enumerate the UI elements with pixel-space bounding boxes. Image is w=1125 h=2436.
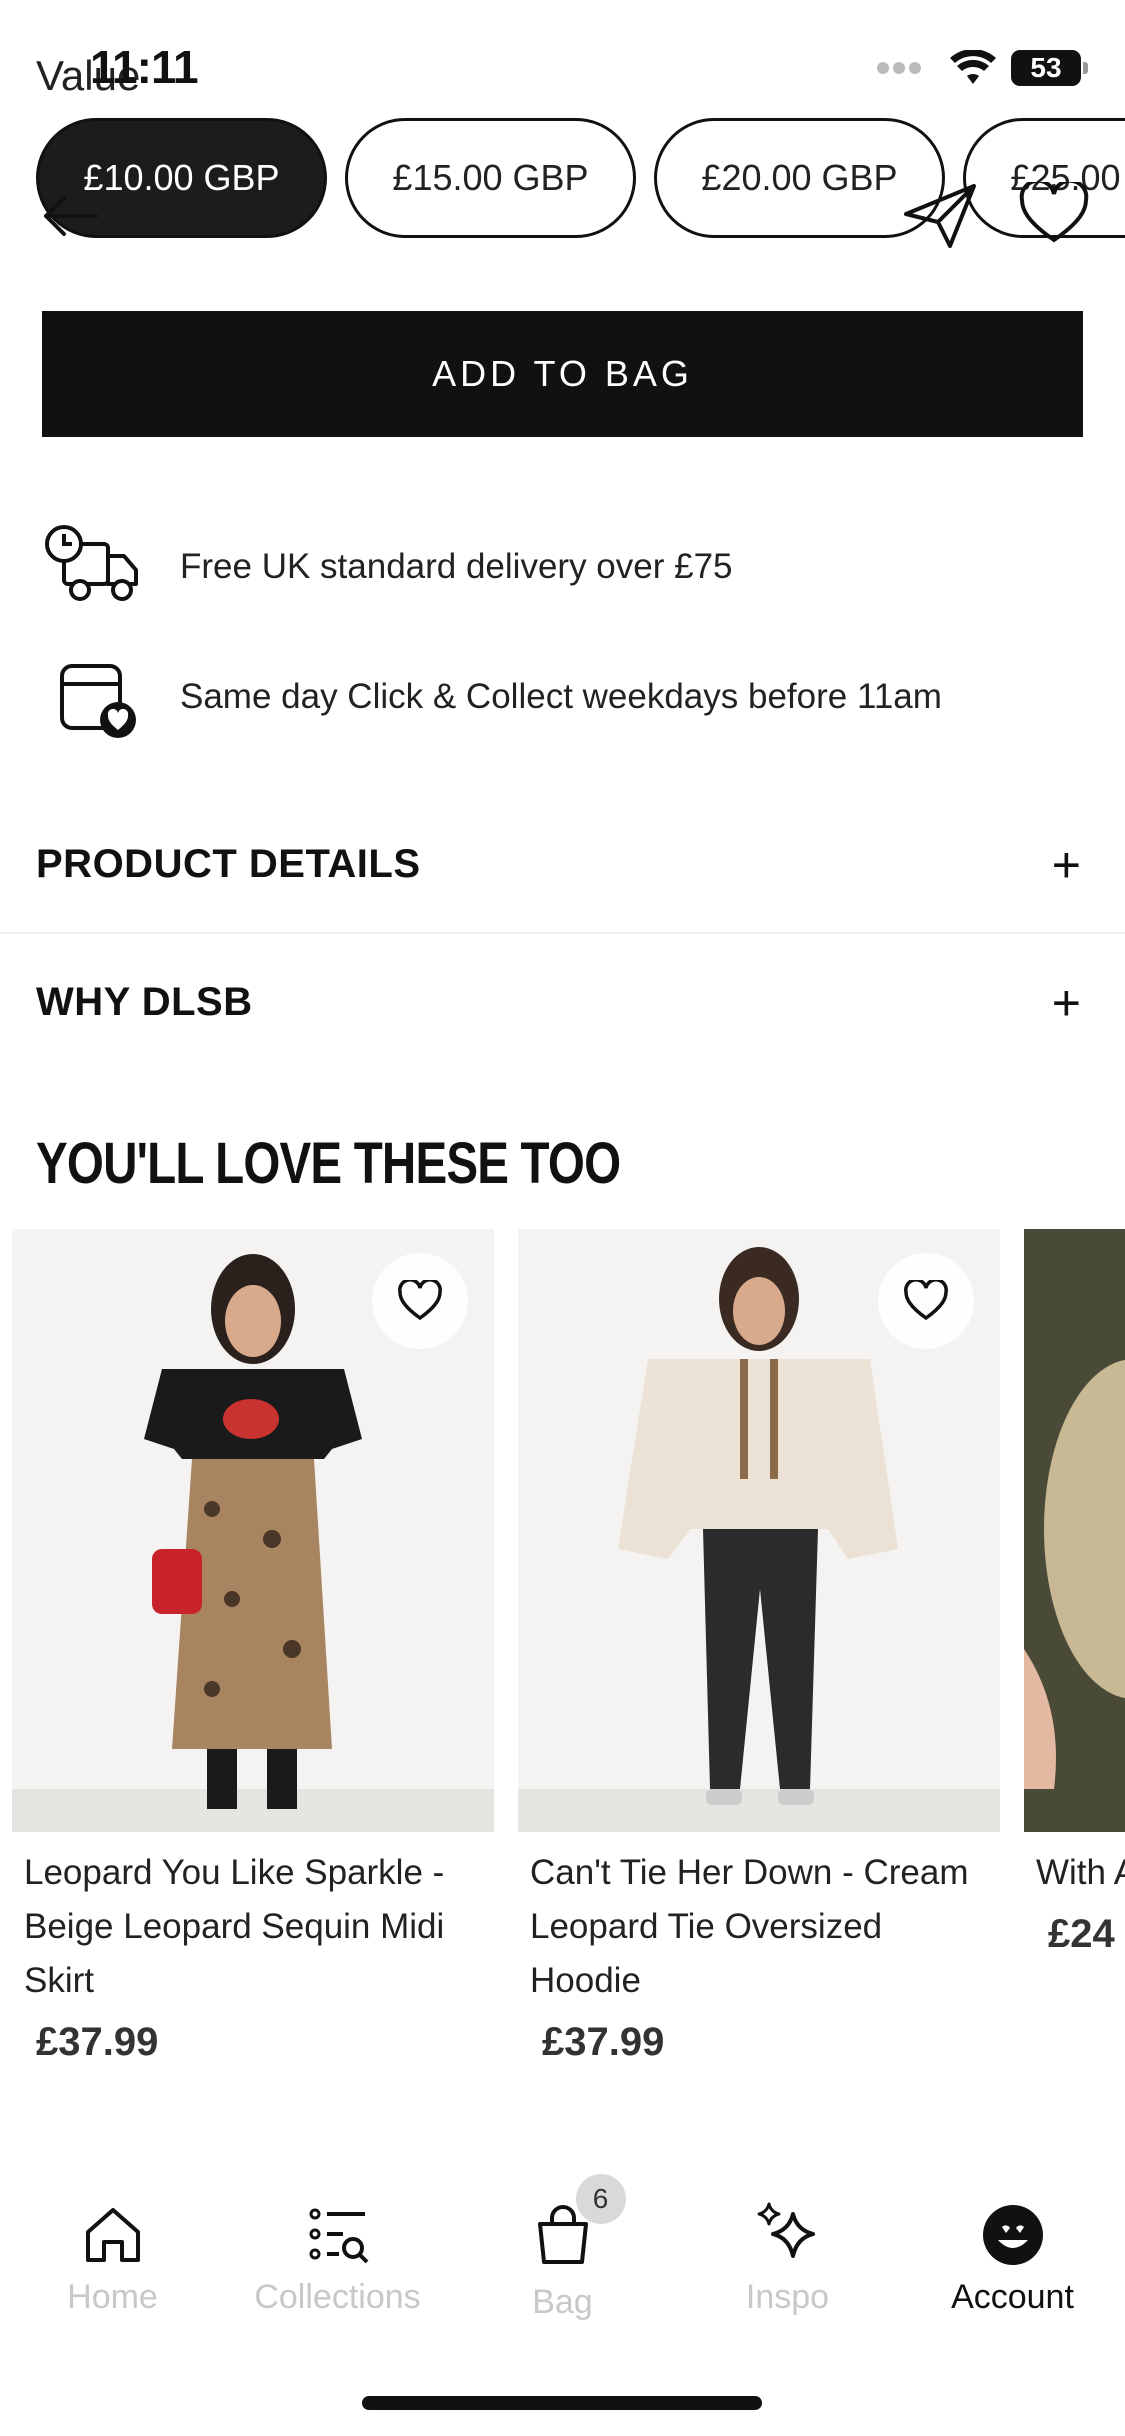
recommendations-title: YOU'LL LOVE THESE TOO bbox=[36, 1131, 621, 1196]
wifi-icon bbox=[950, 50, 996, 84]
tab-inspo[interactable]: Inspo bbox=[675, 2200, 900, 2317]
home-indicator bbox=[362, 2396, 762, 2410]
signal-icon bbox=[877, 62, 921, 74]
product-details-accordion[interactable]: PRODUCT DETAILS + bbox=[0, 796, 1125, 933]
delivery-info: Free UK standard delivery over £75 bbox=[42, 522, 733, 612]
product-card[interactable]: Can't Tie Her Down - Cream Leopard Tie O… bbox=[518, 1229, 1000, 2065]
clutch-illustration bbox=[1024, 1229, 1125, 1832]
status-icons: 53 bbox=[875, 50, 1088, 86]
status-time: 11:11 bbox=[90, 41, 199, 93]
tab-inspo-label: Inspo bbox=[745, 2278, 830, 2316]
product-details-title: PRODUCT DETAILS bbox=[36, 842, 421, 886]
click-collect-icon bbox=[60, 664, 136, 738]
tab-account-label: Account bbox=[951, 2278, 1074, 2316]
tab-collections[interactable]: Collections bbox=[225, 2200, 450, 2317]
product-price: £37.99 bbox=[36, 2020, 159, 2064]
product-name[interactable]: Can't Tie Her Down - Cream Leopard Tie O… bbox=[518, 1846, 1000, 2008]
delivery-text: Free UK standard delivery over £75 bbox=[180, 547, 733, 586]
tab-bag[interactable]: 6 Bag bbox=[450, 2174, 675, 2322]
add-to-bag-button[interactable]: ADD TO BAG bbox=[42, 311, 1083, 437]
why-dlsb-title: WHY DLSB bbox=[36, 980, 253, 1024]
card-wishlist-button[interactable] bbox=[372, 1253, 468, 1349]
click-collect-info: Same day Click & Collect weekdays before… bbox=[42, 652, 942, 742]
sparkles-icon bbox=[757, 2202, 815, 2258]
home-icon bbox=[85, 2208, 140, 2262]
back-arrow-icon[interactable] bbox=[36, 186, 106, 246]
why-dlsb-accordion[interactable]: WHY DLSB + bbox=[0, 934, 1125, 1071]
product-card[interactable]: With A Compact £24 bbox=[1024, 1229, 1125, 1957]
product-name[interactable]: Leopard You Like Sparkle - Beige Leopard… bbox=[12, 1846, 494, 2008]
value-chip-15[interactable]: £15.00 GBP bbox=[345, 118, 636, 238]
product-image[interactable] bbox=[1024, 1229, 1125, 1832]
wishlist-heart-icon[interactable] bbox=[1018, 182, 1090, 244]
expand-plus-icon[interactable]: + bbox=[1052, 974, 1081, 1032]
collections-search-icon bbox=[309, 2208, 368, 2264]
account-smiley-icon bbox=[982, 2205, 1043, 2265]
product-card[interactable]: Leopard You Like Sparkle - Beige Leopard… bbox=[12, 1229, 494, 2065]
share-icon[interactable] bbox=[900, 180, 980, 250]
tab-bag-label: Bag bbox=[532, 2283, 593, 2321]
product-name[interactable]: With A Compact bbox=[1024, 1846, 1125, 1900]
tab-collections-label: Collections bbox=[254, 2278, 421, 2316]
click-collect-text: Same day Click & Collect weekdays before… bbox=[180, 677, 942, 716]
delivery-truck-icon bbox=[45, 525, 138, 601]
bag-count-badge: 6 bbox=[575, 2174, 626, 2224]
product-price: £37.99 bbox=[542, 2020, 665, 2064]
heart-icon bbox=[398, 1280, 442, 1321]
product-image[interactable] bbox=[518, 1229, 1000, 1832]
heart-icon bbox=[904, 1280, 948, 1321]
expand-plus-icon[interactable]: + bbox=[1052, 836, 1081, 894]
battery-indicator: 53 bbox=[1011, 50, 1088, 86]
bag-icon-wrap: 6 bbox=[528, 2174, 626, 2275]
tab-home[interactable]: Home bbox=[0, 2200, 225, 2317]
product-image[interactable] bbox=[12, 1229, 494, 1832]
product-price: £24 bbox=[1048, 1912, 1115, 1956]
card-wishlist-button[interactable] bbox=[878, 1253, 974, 1349]
tab-home-label: Home bbox=[67, 2278, 158, 2316]
tab-account[interactable]: Account bbox=[900, 2200, 1125, 2317]
